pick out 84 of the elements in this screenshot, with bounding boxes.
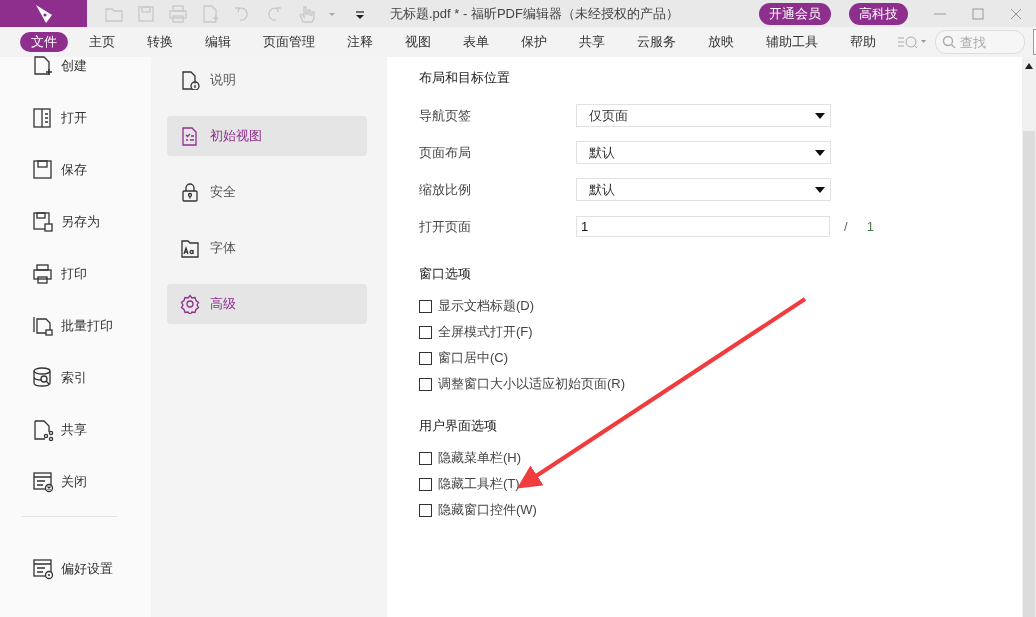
menu-tab[interactable]: 转换 (136, 32, 184, 52)
sidebar-item[interactable]: 关闭 (0, 456, 151, 508)
checkbox-label: 调整窗口大小以适应初始页面(R) (438, 375, 626, 393)
maximize-icon[interactable] (972, 7, 984, 20)
checkbox[interactable] (419, 325, 432, 339)
ribbon-options-icon[interactable] (897, 34, 927, 50)
lock-icon (180, 182, 200, 202)
documents-printer-icon (31, 314, 55, 338)
window-title: 无标题.pdf * - 福昕PDF编辑器（未经授权的产品） (390, 4, 679, 23)
checkbox-label: 全屏模式打开(F) (438, 323, 533, 341)
search-field[interactable]: 查找 (935, 30, 1025, 54)
scrollbar[interactable] (1022, 57, 1036, 617)
sidebar-item[interactable]: 索引 (0, 352, 151, 404)
dropdown-caret-icon (815, 149, 825, 156)
document-share-icon (31, 418, 55, 442)
header-button[interactable]: 高科技 (849, 2, 908, 25)
sidebar-item[interactable]: 另存为 (0, 196, 151, 248)
menu-tab[interactable]: 页面管理 (252, 32, 326, 52)
field-label: 缩放比例 (419, 180, 472, 199)
menu-tab[interactable]: 表单 (452, 32, 500, 52)
section-title: 窗口选项 (419, 265, 472, 283)
menu-tab[interactable]: 视图 (394, 32, 442, 52)
category-item[interactable]: 说明 (167, 60, 367, 100)
document-plus-icon (31, 54, 55, 78)
menu-tab[interactable]: 主页 (78, 32, 126, 52)
checkbox-label: 隐藏窗口控件(W) (438, 501, 537, 519)
header-button[interactable]: 开通会员 (759, 2, 831, 25)
menu-tab[interactable]: 文件 (20, 32, 68, 52)
dropdown-caret-icon (815, 186, 825, 193)
menu-tab[interactable]: 云服务 (626, 32, 687, 52)
sidebar-item[interactable]: 打开 (0, 92, 151, 144)
category-item[interactable]: 初始视图 (167, 116, 367, 156)
scrollbar-thumb[interactable] (1023, 131, 1035, 617)
category-item[interactable]: 安全 (167, 172, 367, 212)
checkbox-label: 隐藏菜单栏(H) (438, 449, 522, 467)
print-icon[interactable] (168, 3, 188, 24)
save-icon[interactable] (136, 3, 156, 24)
search-icon (942, 35, 956, 49)
floppy-disk-icon (31, 210, 55, 234)
checkbox[interactable] (419, 351, 432, 365)
menu-tab[interactable]: 共享 (568, 32, 616, 52)
checkbox-label: 隐藏工具栏(T) (438, 475, 520, 493)
checkbox[interactable] (419, 503, 432, 517)
dropdown[interactable]: 默认 (576, 141, 831, 164)
page-separator: / (844, 219, 848, 234)
menu-tab[interactable]: 放映 (697, 32, 745, 52)
sidebar-item[interactable]: 打印 (0, 248, 151, 300)
folder-font-icon (180, 238, 200, 258)
section-title: 布局和目标位置 (419, 69, 511, 87)
sidebar-item[interactable]: 批量打印 (0, 300, 151, 352)
checkbox-label: 显示文档标题(D) (438, 297, 535, 315)
field-label: 打开页面 (419, 217, 472, 236)
list-gear-icon (31, 557, 55, 581)
page-number-field[interactable]: 1 (576, 216, 830, 237)
menu-tab[interactable]: 编辑 (194, 32, 242, 52)
new-page-icon[interactable] (200, 3, 220, 24)
dropdown[interactable]: 仅页面 (576, 104, 831, 127)
printer-icon (31, 262, 55, 286)
gear-icon (180, 294, 200, 314)
category-item[interactable]: 高级 (167, 284, 367, 324)
menu-tab[interactable]: 辅助工具 (755, 32, 829, 52)
category-item[interactable]: 字体 (167, 228, 367, 268)
checkbox[interactable] (419, 377, 432, 391)
dropdown[interactable]: 默认 (576, 178, 831, 201)
document-checklist-icon (180, 126, 200, 146)
section-title: 用户界面选项 (419, 417, 498, 435)
sidebar-item[interactable]: 保存 (0, 144, 151, 196)
checkbox[interactable] (419, 299, 432, 313)
checkbox-label: 窗口居中(C) (438, 349, 509, 367)
menu-tab[interactable]: 帮助 (839, 32, 887, 52)
scroll-up-icon[interactable] (1025, 63, 1033, 69)
checkbox[interactable] (419, 451, 432, 465)
document-info-icon (180, 70, 200, 90)
close-icon[interactable] (1010, 7, 1022, 20)
field-label: 导航页签 (419, 106, 472, 125)
sidebar-item[interactable]: 偏好设置 (0, 543, 151, 595)
checkbox[interactable] (419, 477, 432, 491)
list-close-icon (31, 470, 55, 494)
menu-tab[interactable]: 注释 (336, 32, 384, 52)
sidebar-item[interactable]: 共享 (0, 404, 151, 456)
page-total: 1 (866, 219, 874, 234)
field-label: 页面布局 (419, 143, 472, 162)
dropdown-caret-icon (815, 112, 825, 119)
menu-tab[interactable]: 保护 (510, 32, 558, 52)
